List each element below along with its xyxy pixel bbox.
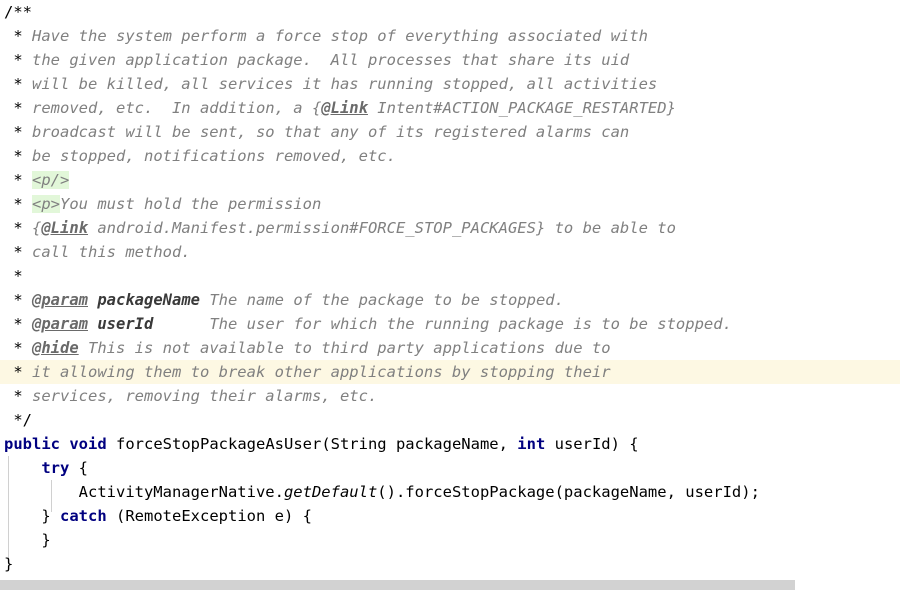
javadoc-param-tag[interactable]: @param — [32, 291, 88, 309]
javadoc-param-name: packageName — [97, 291, 200, 309]
comment-text: The name of the package to be stopped. — [200, 291, 564, 309]
javadoc-hide-tag[interactable]: @hide — [32, 339, 79, 357]
code-line[interactable]: * @param packageName The name of the pac… — [0, 288, 904, 312]
comment-text: You must hold the permission — [60, 195, 322, 213]
comment-text: Intent#ACTION_PACKAGE_RESTARTED} — [367, 99, 676, 117]
javadoc-html-tag: <p> — [32, 195, 60, 213]
keyword-int: int — [517, 435, 546, 453]
comment-text: { — [32, 219, 42, 237]
keyword-catch: catch — [60, 507, 107, 525]
comment-text: the given application package. All proce… — [32, 51, 630, 69]
comment-asterisk: * — [4, 267, 23, 285]
javadoc-param-name: userId — [97, 315, 154, 333]
comment-text: will be killed, all services it has runn… — [32, 75, 658, 93]
comment-text: it allowing them to break other applicat… — [32, 363, 611, 381]
comment-space — [88, 315, 97, 333]
code-line[interactable]: * call this method. — [0, 240, 904, 264]
code-line[interactable]: * <p>You must hold the permission — [0, 192, 904, 216]
comment-asterisk: * — [4, 219, 32, 237]
code-line[interactable]: */ — [0, 408, 904, 432]
brace-close: } — [41, 507, 60, 525]
comment-asterisk: * — [4, 339, 32, 357]
comment-asterisk: * — [4, 51, 32, 69]
comment-asterisk: * — [4, 171, 32, 189]
horizontal-scrollbar-thumb[interactable] — [0, 580, 795, 590]
code-line[interactable]: } — [0, 528, 904, 552]
comment-space — [88, 291, 97, 309]
class-reference: ActivityManagerNative. — [78, 483, 284, 501]
code-line[interactable]: * the given application package. All pro… — [0, 48, 904, 72]
comment-asterisk: * — [4, 99, 32, 117]
code-line-current[interactable]: * it allowing them to break other applic… — [0, 360, 900, 384]
comment-text: removed, etc. In addition, a { — [32, 99, 322, 117]
comment-asterisk: * — [4, 123, 32, 141]
code-editor[interactable]: /** * Have the system perform a force st… — [0, 0, 904, 592]
javadoc-link-tag[interactable]: @Link — [321, 99, 368, 117]
comment-text: broadcast will be sent, so that any of i… — [32, 123, 630, 141]
comment-asterisk: * — [4, 75, 32, 93]
code-line[interactable]: } — [0, 552, 904, 576]
method-call-tail: ().forceStopPackage(packageName, userId)… — [377, 483, 760, 501]
comment-asterisk: * — [4, 291, 32, 309]
code-line[interactable]: } catch (RemoteException e) { — [0, 504, 904, 528]
code-line[interactable]: * @hide This is not available to third p… — [0, 336, 904, 360]
code-line[interactable]: public void forceStopPackageAsUser(Strin… — [0, 432, 904, 456]
comment-text: be stopped, notifications removed, etc. — [32, 147, 396, 165]
code-line[interactable]: try { — [0, 456, 904, 480]
code-text-area[interactable]: /** * Have the system perform a force st… — [0, 0, 904, 578]
javadoc-link-tag[interactable]: @Link — [41, 219, 88, 237]
static-method-call: getDefault — [283, 483, 378, 501]
code-line[interactable]: * broadcast will be sent, so that any of… — [0, 120, 904, 144]
method-signature: forceStopPackageAsUser(String packageNam… — [116, 435, 518, 453]
code-line[interactable]: * services, removing their alarms, etc. — [0, 384, 904, 408]
code-line[interactable]: * — [0, 264, 904, 288]
brace-close: } — [4, 555, 14, 573]
comment-close: */ — [4, 411, 32, 429]
comment-text: This is not available to third party app… — [78, 339, 611, 357]
comment-text: The user for which the running package i… — [153, 315, 732, 333]
comment-text: services, removing their alarms, etc. — [32, 387, 378, 405]
comment-asterisk: * — [4, 387, 32, 405]
code-line[interactable]: * be stopped, notifications removed, etc… — [0, 144, 904, 168]
comment-text: call this method. — [32, 243, 191, 261]
comment-asterisk: * — [4, 363, 32, 381]
brace-close: } — [4, 531, 51, 549]
brace-open: { — [69, 459, 88, 477]
code-line[interactable]: * <p/> — [0, 168, 904, 192]
catch-clause: (RemoteException e) { — [106, 507, 312, 525]
comment-asterisk: * — [4, 195, 32, 213]
javadoc-html-tag: <p/> — [32, 171, 70, 189]
keyword-void: void — [69, 435, 107, 453]
code-line[interactable]: * Have the system perform a force stop o… — [0, 24, 904, 48]
code-line[interactable]: * @param userId The user for which the r… — [0, 312, 904, 336]
comment-text: android.Manifest.permission#FORCE_STOP_P… — [88, 219, 676, 237]
horizontal-scrollbar-track[interactable] — [0, 578, 904, 592]
code-line[interactable]: * {@Link android.Manifest.permission#FOR… — [0, 216, 904, 240]
code-line[interactable]: ActivityManagerNative.getDefault().force… — [0, 480, 904, 504]
keyword-try: try — [41, 459, 70, 477]
code-line[interactable]: /** — [0, 0, 904, 24]
keyword-public: public — [4, 435, 60, 453]
code-line[interactable]: * removed, etc. In addition, a {@Link In… — [0, 96, 904, 120]
method-signature-tail: userId) { — [545, 435, 639, 453]
comment-asterisk: * — [4, 27, 32, 45]
comment-text: Have the system perform a force stop of … — [32, 27, 648, 45]
code-line[interactable]: * will be killed, all services it has ru… — [0, 72, 904, 96]
comment-asterisk: * — [4, 147, 32, 165]
comment-asterisk: * — [4, 243, 32, 261]
javadoc-param-tag[interactable]: @param — [32, 315, 88, 333]
comment-asterisk: * — [4, 315, 32, 333]
comment-open: /** — [4, 3, 32, 21]
